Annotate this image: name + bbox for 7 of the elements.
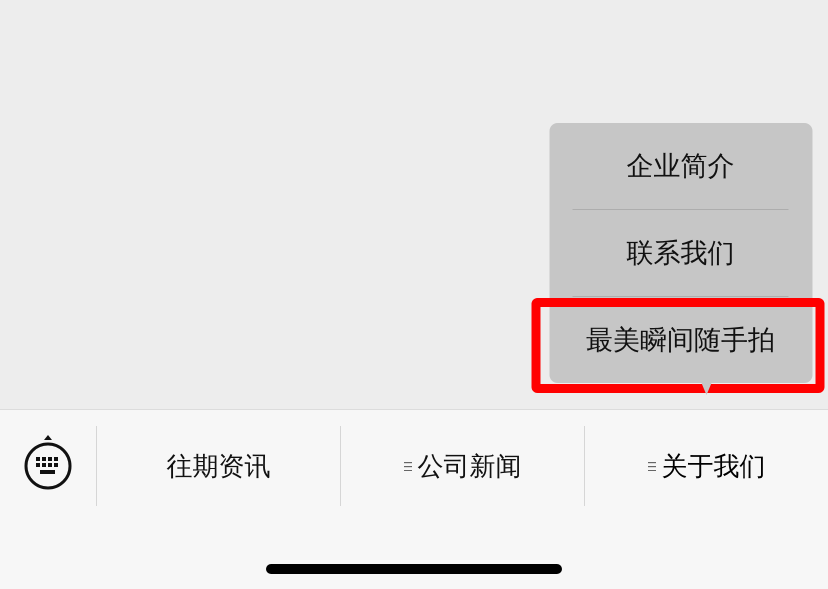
submenu-item[interactable]: 联系我们	[620, 231, 740, 275]
menu-tab[interactable]: 公司新闻	[394, 442, 532, 490]
keyboard-icon[interactable]	[23, 434, 73, 492]
menu-tab[interactable]: 往期资讯	[156, 442, 280, 490]
submenu-item[interactable]: 企业简介	[620, 144, 740, 188]
submenu-item[interactable]: 最美瞬间随手拍	[580, 318, 781, 362]
menu-tab[interactable]: 关于我们	[638, 442, 776, 490]
